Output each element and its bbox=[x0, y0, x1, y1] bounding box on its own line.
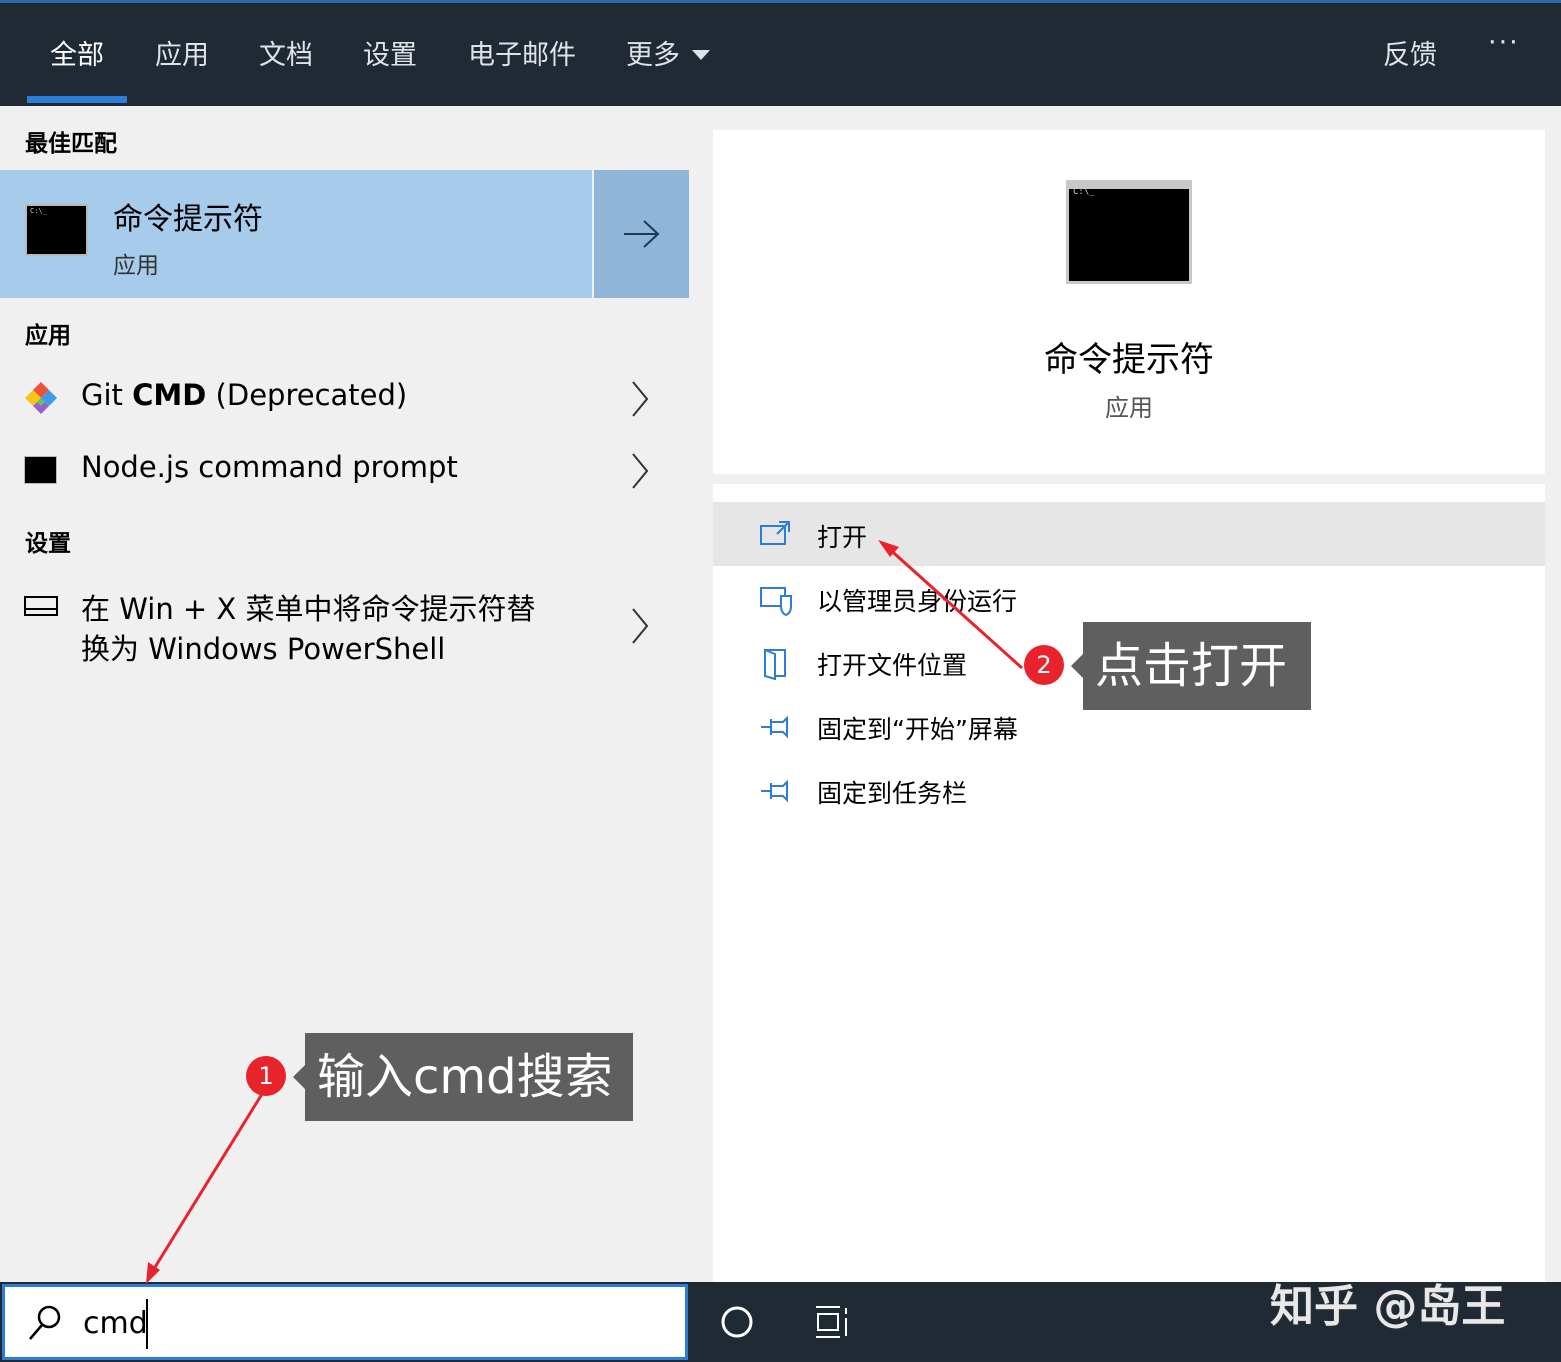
step-1-callout: 输入cmd搜索 bbox=[293, 1033, 633, 1121]
chevron-right-icon bbox=[632, 453, 649, 489]
active-tab-indicator bbox=[27, 96, 127, 103]
chevron-right-icon bbox=[632, 381, 649, 417]
pin-icon bbox=[761, 779, 788, 803]
list-item-git-cmd[interactable]: Git CMD (Deprecated) bbox=[0, 364, 689, 434]
git-cmd-suffix: (Deprecated) bbox=[206, 378, 408, 412]
step-2-badge: 2 bbox=[1024, 645, 1064, 685]
cortana-circle-icon[interactable] bbox=[719, 1304, 755, 1340]
best-match-expand-button[interactable] bbox=[594, 170, 689, 298]
step-2-text: 点击打开 bbox=[1095, 638, 1288, 694]
search-input[interactable] bbox=[83, 1301, 643, 1345]
apps-heading: 应用 bbox=[25, 323, 71, 349]
cmd-terminal-icon bbox=[24, 456, 57, 484]
search-scope-nav: 全部 应用 文档 设置 电子邮件 更多 反馈 ··· bbox=[0, 0, 1561, 106]
setting-label-line2: 换为 Windows PowerShell bbox=[81, 632, 446, 666]
step-2-callout: 点击打开 bbox=[1071, 622, 1311, 710]
action-open[interactable]: 打开 bbox=[713, 502, 1545, 566]
admin-shield-icon bbox=[760, 587, 792, 616]
setting-label-line1: 在 Win + X 菜单中将命令提示符替 bbox=[81, 592, 536, 626]
action-pin-to-taskbar[interactable]: 固定到任务栏 bbox=[713, 758, 1545, 822]
open-icon bbox=[760, 521, 790, 545]
git-cmd-highlight: CMD bbox=[132, 378, 207, 412]
settings-heading: 设置 bbox=[25, 531, 71, 557]
arrow-right-icon bbox=[624, 220, 660, 248]
text-caret bbox=[146, 1299, 148, 1349]
cmd-terminal-icon: C:\_ bbox=[25, 204, 88, 256]
app-actions-list: 打开 以管理员身份运行 打开文件位置 固定到“开始”屏幕 固定到任务栏 bbox=[713, 484, 1545, 1282]
tab-more[interactable]: 更多 bbox=[626, 33, 710, 72]
file-location-icon bbox=[764, 648, 786, 680]
list-item-label: Node.js command prompt bbox=[81, 450, 458, 484]
detail-subtitle: 应用 bbox=[1105, 394, 1153, 422]
search-box[interactable] bbox=[2, 1284, 688, 1360]
callout-pointer bbox=[293, 1065, 305, 1089]
more-options-button[interactable]: ··· bbox=[1488, 27, 1520, 58]
pin-icon bbox=[761, 715, 788, 739]
detail-title: 命令提示符 bbox=[1044, 340, 1214, 380]
git-icon bbox=[25, 382, 57, 414]
list-item-label: Git CMD (Deprecated) bbox=[81, 378, 407, 412]
git-cmd-prefix: Git bbox=[81, 378, 133, 412]
tab-settings[interactable]: 设置 bbox=[363, 33, 417, 72]
cmd-terminal-icon: C:\_ bbox=[1066, 180, 1192, 284]
action-label: 固定到任务栏 bbox=[817, 779, 968, 808]
action-label: 打开 bbox=[817, 523, 868, 552]
best-match-heading: 最佳匹配 bbox=[25, 131, 117, 157]
taskbar-settings-icon bbox=[24, 596, 58, 616]
search-icon bbox=[29, 1305, 61, 1340]
step-1-badge: 1 bbox=[246, 1056, 286, 1096]
app-detail-card: C:\_ 命令提示符 应用 bbox=[713, 130, 1545, 474]
action-label: 以管理员身份运行 bbox=[817, 587, 1018, 616]
tab-more-label: 更多 bbox=[626, 40, 680, 71]
tab-apps[interactable]: 应用 bbox=[155, 33, 209, 72]
tab-email[interactable]: 电子邮件 bbox=[468, 33, 576, 72]
best-match-subtitle: 应用 bbox=[113, 253, 159, 279]
feedback-button[interactable]: 反馈 bbox=[1383, 33, 1437, 72]
best-match-item[interactable]: C:\_ 命令提示符 应用 bbox=[0, 170, 592, 298]
task-view-icon[interactable] bbox=[814, 1304, 854, 1340]
tab-documents[interactable]: 文档 bbox=[259, 33, 313, 72]
action-run-as-admin[interactable]: 以管理员身份运行 bbox=[713, 566, 1545, 630]
list-item-nodejs-prompt[interactable]: Node.js command prompt bbox=[0, 436, 689, 506]
action-label: 固定到“开始”屏幕 bbox=[817, 715, 1018, 744]
list-item-winx-setting[interactable]: 在 Win + X 菜单中将命令提示符替 换为 Windows PowerShe… bbox=[0, 576, 689, 676]
chevron-down-icon bbox=[692, 49, 710, 60]
chevron-right-icon bbox=[632, 608, 649, 644]
callout-pointer bbox=[1071, 654, 1083, 678]
tab-all[interactable]: 全部 bbox=[50, 33, 104, 72]
action-label: 打开文件位置 bbox=[817, 651, 968, 680]
step-1-text: 输入cmd搜索 bbox=[317, 1049, 613, 1105]
best-match-title: 命令提示符 bbox=[113, 202, 263, 237]
watermark: 知乎 @岛王 bbox=[1270, 1281, 1506, 1332]
